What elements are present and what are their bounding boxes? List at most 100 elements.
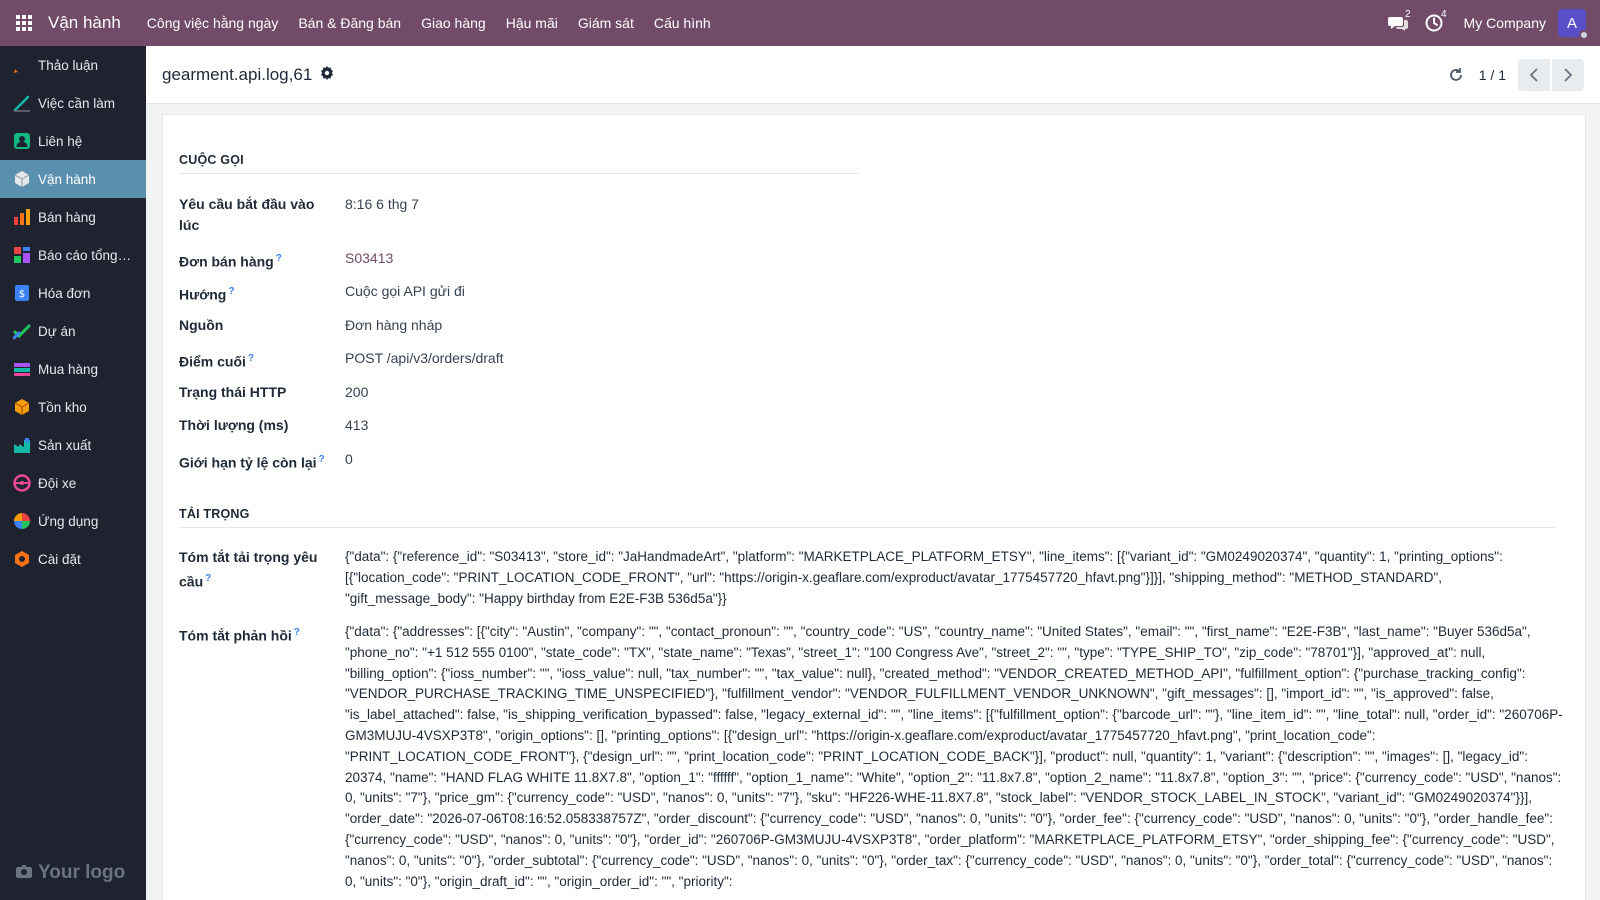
- sidebar-item-label: Mua hàng: [38, 361, 99, 377]
- menu-after-sales[interactable]: Hậu mãi: [496, 0, 568, 46]
- sidebar-item-purchase[interactable]: Mua hàng: [0, 350, 146, 388]
- field-label: Trạng thái HTTP: [179, 384, 287, 400]
- field-label: Nguồn: [179, 317, 224, 333]
- sidebar-item-label: Đội xe: [38, 475, 77, 491]
- sidebar-item-label: Dự án: [38, 323, 76, 339]
- sidebar-item-dashboards[interactable]: Báo cáo tổng ...: [0, 236, 146, 274]
- purchase-icon: [12, 359, 32, 379]
- messages-button[interactable]: 2: [1380, 0, 1416, 46]
- manufacturing-icon: [12, 435, 32, 455]
- inventory-icon: [12, 397, 32, 417]
- field-request-summary: Tóm tắt tải trọng yêu cầu? {"data": {"re…: [179, 547, 1565, 609]
- sidebar-item-project[interactable]: Dự án: [0, 312, 146, 350]
- field-source: Nguồn Đơn hàng nháp: [179, 315, 442, 336]
- sidebar-item-fleet[interactable]: Đội xe: [0, 464, 146, 502]
- sidebar-item-label: Sản xuất: [38, 437, 92, 453]
- section-divider: [179, 173, 859, 174]
- company-logo: Your logo: [16, 862, 125, 884]
- field-value: Đơn hàng nháp: [345, 317, 443, 333]
- help-tooltip-icon[interactable]: ?: [248, 353, 254, 364]
- field-label: Giới hạn tỷ lệ còn lại?: [179, 454, 325, 471]
- field-sale-order: Đơn bán hàng? S03413: [179, 248, 393, 273]
- svg-text:$: $: [19, 289, 25, 300]
- pager-previous-button[interactable]: [1518, 58, 1550, 91]
- user-avatar[interactable]: A: [1558, 9, 1589, 40]
- menu-configuration[interactable]: Cấu hình: [644, 0, 721, 46]
- field-label: Đơn bán hàng?: [179, 253, 282, 270]
- app-brand[interactable]: Vận hành: [48, 13, 121, 33]
- field-request-start: Yêu cầu bắt đầu vào lúc 8:16 6 thg 7: [179, 194, 419, 236]
- field-value: 8:16 6 thg 7: [345, 196, 419, 212]
- activities-button[interactable]: 4: [1416, 0, 1452, 46]
- field-value: POST /api/v3/orders/draft: [345, 350, 504, 366]
- refresh-icon[interactable]: [1443, 62, 1469, 88]
- sidebar-item-apps[interactable]: Ứng dụng: [0, 502, 146, 540]
- chevron-right-icon: [1564, 67, 1573, 82]
- activities-count: 4: [1440, 9, 1447, 20]
- menu-daily-tasks[interactable]: Công việc hằng ngày: [137, 0, 289, 46]
- help-tooltip-icon[interactable]: ?: [294, 627, 300, 638]
- field-value: 200: [345, 384, 369, 400]
- app-sidebar: Thảo luận Việc cần làm Liên hệ Vận hành …: [0, 46, 146, 900]
- help-tooltip-icon[interactable]: ?: [228, 286, 234, 297]
- field-endpoint: Điểm cuối? POST /api/v3/orders/draft: [179, 348, 503, 373]
- sidebar-item-contacts[interactable]: Liên hệ: [0, 122, 146, 160]
- app-menu-icon[interactable]: [0, 0, 48, 46]
- dashboard-icon: [12, 245, 32, 265]
- field-value: 413: [345, 417, 369, 433]
- gear-icon[interactable]: [320, 65, 334, 84]
- sidebar-item-label: Ứng dụng: [38, 513, 99, 529]
- help-tooltip-icon[interactable]: ?: [319, 454, 325, 465]
- section-title-call: CUỘC GỌI: [179, 153, 244, 167]
- field-http-status: Trạng thái HTTP 200: [179, 382, 368, 403]
- menu-monitoring[interactable]: Giám sát: [568, 0, 644, 46]
- section-divider: [179, 527, 1555, 528]
- sidebar-item-label: Bán hàng: [38, 209, 96, 225]
- sidebar-item-inventory[interactable]: Tồn kho: [0, 388, 146, 426]
- sidebar-item-invoicing[interactable]: $ Hóa đơn: [0, 274, 146, 312]
- sale-order-link[interactable]: S03413: [345, 248, 393, 273]
- field-label: Điểm cuối?: [179, 353, 255, 370]
- help-tooltip-icon[interactable]: ?: [276, 253, 282, 264]
- pager: 1 / 1: [1443, 58, 1584, 91]
- sidebar-item-todo[interactable]: Việc cần làm: [0, 84, 146, 122]
- sidebar-item-sales[interactable]: Bán hàng: [0, 198, 146, 236]
- clock-icon: [1425, 14, 1443, 32]
- top-navbar: Vận hành Công việc hằng ngày Bán & Đăng …: [0, 0, 1600, 46]
- field-label: Hướng?: [179, 286, 235, 303]
- sidebar-item-discuss[interactable]: Thảo luận: [0, 46, 146, 84]
- section-title-payload: TẢI TRỌNG: [179, 507, 250, 521]
- field-direction: Hướng? Cuộc gọi API gửi đi: [179, 281, 465, 306]
- field-label: Tóm tắt tải trọng yêu cầu?: [179, 549, 318, 590]
- menu-sales-listing[interactable]: Bán & Đăng bán: [288, 0, 411, 46]
- contacts-icon: [12, 131, 32, 151]
- form-sheet: CUỘC GỌI Yêu cầu bắt đầu vào lúc 8:16 6 …: [162, 114, 1586, 900]
- sidebar-item-operations[interactable]: Vận hành: [0, 160, 146, 198]
- control-panel: gearment.api.log,61 1 / 1: [146, 46, 1600, 104]
- sidebar-item-label: Báo cáo tổng ...: [38, 247, 132, 263]
- field-label: Yêu cầu bắt đầu vào lúc: [179, 196, 315, 233]
- avatar-letter: A: [1566, 14, 1577, 32]
- pager-next-button[interactable]: [1552, 58, 1584, 91]
- field-label: Tóm tắt phản hồi?: [179, 627, 300, 644]
- todo-icon: [12, 93, 32, 113]
- sidebar-item-manufacturing[interactable]: Sản xuất: [0, 426, 146, 464]
- sidebar-item-label: Tồn kho: [38, 399, 87, 415]
- invoice-icon: $: [12, 283, 32, 303]
- camera-icon: [16, 862, 32, 884]
- operations-icon: [12, 169, 32, 189]
- company-switcher[interactable]: My Company: [1452, 15, 1558, 31]
- settings-icon: [12, 549, 32, 569]
- discuss-icon: [12, 55, 32, 75]
- pager-value[interactable]: 1 / 1: [1479, 67, 1506, 83]
- sidebar-item-label: Vận hành: [38, 171, 96, 187]
- field-value: Cuộc gọi API gửi đi: [345, 283, 465, 299]
- response-payload-text: {"data": {"addresses": [{"city": "Austin…: [345, 624, 1563, 889]
- menu-delivery[interactable]: Giao hàng: [411, 0, 496, 46]
- field-value: 0: [345, 451, 353, 467]
- help-tooltip-icon[interactable]: ?: [205, 573, 211, 584]
- field-duration: Thời lượng (ms) 413: [179, 415, 368, 436]
- sidebar-item-label: Cài đặt: [38, 551, 81, 567]
- sidebar-item-label: Việc cần làm: [38, 95, 116, 111]
- sidebar-item-settings[interactable]: Cài đặt: [0, 540, 146, 578]
